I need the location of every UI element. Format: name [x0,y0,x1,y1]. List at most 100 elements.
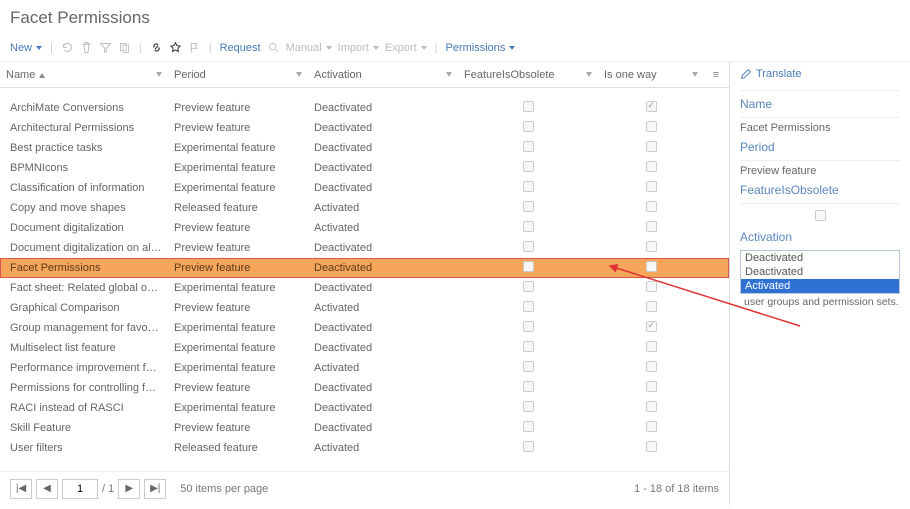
checkbox[interactable] [646,301,657,312]
filter-icon[interactable] [99,41,112,54]
export-button[interactable]: Export [385,42,427,54]
checkbox[interactable] [523,141,534,152]
checkbox[interactable] [523,361,534,372]
pager-first[interactable]: |◀ [10,479,32,499]
cell-oneway [598,261,704,275]
table-row[interactable]: User filtersReleased featureActivated [0,438,729,458]
side-name-value: Facet Permissions [740,122,900,134]
cell-obsolete [458,261,598,275]
link-icon[interactable] [150,41,163,54]
checkbox[interactable] [523,221,534,232]
permissions-button[interactable]: Permissions [446,42,516,54]
checkbox[interactable] [646,181,657,192]
checkbox[interactable] [523,441,534,452]
table-row[interactable]: Performance improvement for mode...Exper… [0,358,729,378]
pager-prev[interactable]: ◀ [36,479,58,499]
table-row[interactable]: Document digitalizationPreview featureAc… [0,218,729,238]
favorite-icon[interactable] [169,41,182,54]
table-row[interactable]: Graphical ComparisonPreview featureActiv… [0,298,729,318]
table-row[interactable]: Copy and move shapesReleased featureActi… [0,198,729,218]
checkbox[interactable] [646,281,657,292]
chevron-down-icon[interactable] [586,72,592,77]
table-row[interactable]: Skill FeaturePreview featureDeactivated [0,418,729,438]
checkbox[interactable] [523,161,534,172]
table-row[interactable]: Best practice tasksExperimental featureD… [0,138,729,158]
translate-link[interactable]: Translate [740,68,900,80]
copy-icon[interactable] [118,41,131,54]
search-icon[interactable] [267,41,280,54]
checkbox[interactable] [523,321,534,332]
side-obsolete-checkbox[interactable] [815,210,826,221]
checkbox[interactable] [646,161,657,172]
activation-option[interactable]: Activated [741,279,899,293]
checkbox[interactable] [646,241,657,252]
checkbox[interactable] [646,401,657,412]
table-row[interactable]: BPMNIconsExperimental featureDeactivated [0,158,729,178]
cell-oneway [598,361,704,375]
checkbox[interactable] [646,121,657,132]
activation-option[interactable]: Deactivated [741,251,899,265]
checkbox[interactable] [523,181,534,192]
table-row[interactable]: Multiselect list featureExperimental fea… [0,338,729,358]
checkbox[interactable] [646,441,657,452]
checkbox[interactable] [523,201,534,212]
pager-next[interactable]: ▶ [118,479,140,499]
table-row[interactable]: Architectural PermissionsPreview feature… [0,118,729,138]
table-row[interactable]: ArchiMate ConversionsPreview featureDeac… [0,98,729,118]
flag-icon[interactable] [188,41,201,54]
table-row[interactable]: RACI instead of RASCIExperimental featur… [0,398,729,418]
chevron-down-icon[interactable] [692,72,698,77]
column-header-obsolete[interactable]: FeatureIsObsolete [458,62,598,87]
checkbox[interactable] [523,101,534,112]
checkbox[interactable] [646,201,657,212]
table-row[interactable]: Group management for favoritesExperiment… [0,318,729,338]
checkbox[interactable] [646,101,657,112]
checkbox[interactable] [523,421,534,432]
pager-page-input[interactable] [62,479,98,499]
table-row[interactable]: Document digitalization on all facetsPre… [0,238,729,258]
checkbox[interactable] [523,301,534,312]
col-label: Period [174,69,206,81]
checkbox[interactable] [523,121,534,132]
import-button[interactable]: Import [338,42,379,54]
cell-obsolete [458,101,598,115]
cell-period: Preview feature [168,382,308,394]
checkbox[interactable] [646,341,657,352]
checkbox[interactable] [646,321,657,332]
checkbox[interactable] [646,221,657,232]
column-header-period[interactable]: Period [168,62,308,87]
cell-obsolete [458,161,598,175]
col-label: FeatureIsObsolete [464,69,555,81]
column-header-oneway[interactable]: Is one way [598,62,704,87]
column-header-name[interactable]: Name [0,62,168,87]
new-button[interactable]: New [10,42,42,54]
cell-name: Skill Feature [0,422,168,434]
pager-last[interactable]: ▶| [144,479,166,499]
chevron-down-icon[interactable] [446,72,452,77]
column-menu-icon[interactable]: ≡ [709,69,723,81]
checkbox[interactable] [523,381,534,392]
activation-option[interactable]: Deactivated [741,265,899,279]
manual-button[interactable]: Manual [286,42,332,54]
checkbox[interactable] [646,381,657,392]
checkbox[interactable] [646,361,657,372]
refresh-icon[interactable] [61,41,74,54]
checkbox[interactable] [646,141,657,152]
table-row[interactable]: Permissions for controlling favoritesPre… [0,378,729,398]
chevron-down-icon[interactable] [296,72,302,77]
table-row[interactable]: Classification of informationExperimenta… [0,178,729,198]
chevron-down-icon[interactable] [156,72,162,77]
checkbox[interactable] [646,421,657,432]
checkbox[interactable] [523,341,534,352]
checkbox[interactable] [523,401,534,412]
delete-icon[interactable] [80,41,93,54]
table-row[interactable]: Facet PermissionsPreview featureDeactiva… [0,258,729,278]
checkbox[interactable] [523,261,534,272]
table-row[interactable]: Fact sheet: Related global objectsExperi… [0,278,729,298]
checkbox[interactable] [646,261,657,272]
activation-dropdown[interactable]: DeactivatedDeactivatedActivated [740,250,900,294]
request-button[interactable]: Request [220,42,261,54]
checkbox[interactable] [523,281,534,292]
checkbox[interactable] [523,241,534,252]
column-header-activation[interactable]: Activation [308,62,458,87]
